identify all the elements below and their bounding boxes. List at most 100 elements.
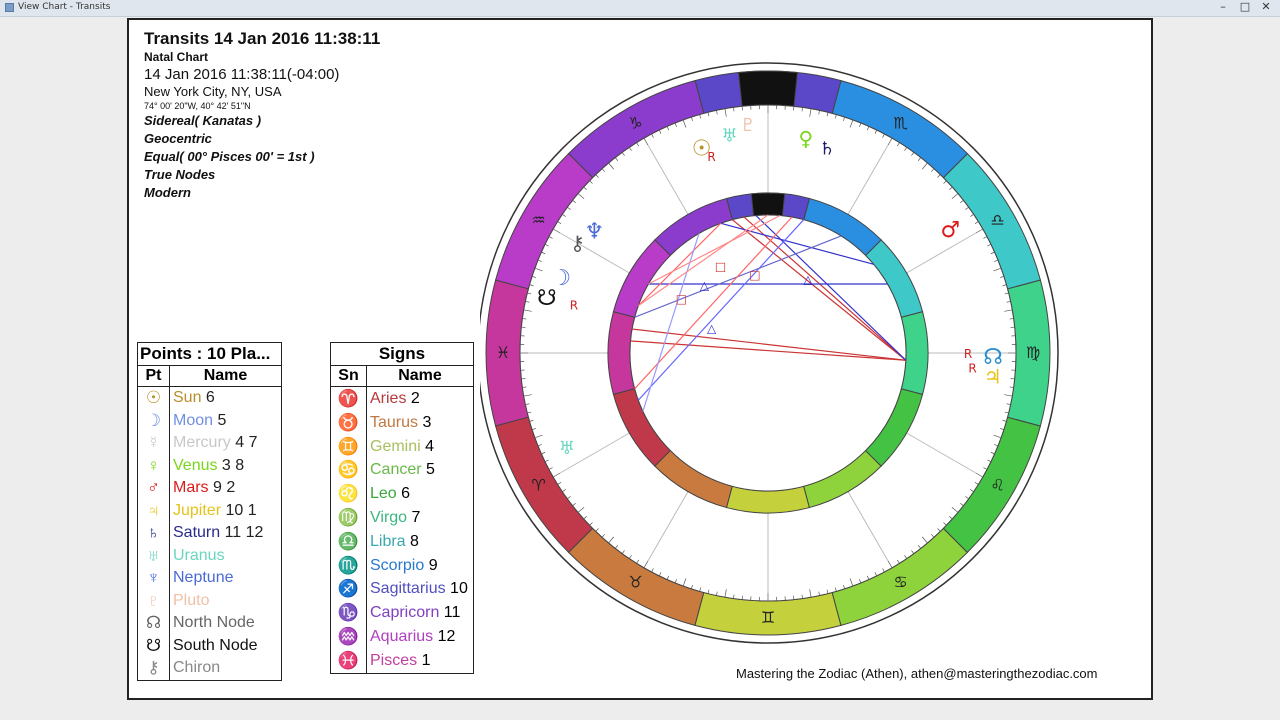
sign-count: 6 (396, 485, 411, 503)
sign-count: 12 (433, 627, 456, 645)
point-name: Jupiter (173, 501, 222, 519)
chart-coords: 74° 00' 20"W, 40° 42' 51"N (144, 101, 251, 111)
sign-glyph-icon: ♍ (337, 507, 360, 527)
chart-style: Modern (144, 185, 191, 200)
close-button[interactable]: ✕ (1258, 1, 1274, 14)
sign-count: 1 (417, 651, 431, 669)
point-count: 4 7 (230, 434, 258, 451)
point-row: Venus 3 8 (170, 455, 281, 478)
sign-glyph-icon: ♐ (337, 579, 360, 599)
point-glyph-icon: ♆ (147, 568, 160, 587)
sign-name: Taurus (370, 413, 419, 431)
point-row: Neptune (170, 567, 281, 590)
sign-count: 4 (420, 437, 435, 455)
sign-row: Cancer 5 (367, 458, 473, 482)
planet-glyph-icon: ⚷ (570, 231, 585, 255)
footer-credit: Mastering the Zodiac (Athen), athen@mast… (736, 666, 1098, 681)
sign-glyph-icon: ♎ (337, 531, 360, 551)
point-name: Chiron (173, 659, 221, 676)
sign-name: Gemini (370, 437, 421, 455)
inner-midheaven-marker (750, 192, 786, 217)
chart-info: Transits 14 Jan 2016 11:38:11 Natal Char… (144, 29, 380, 202)
point-row: Sun 6 (170, 387, 281, 410)
zodiac-sign-glyph-icon: ♒ (531, 211, 545, 230)
sign-name: Leo (370, 485, 397, 503)
sign-name: Aquarius (370, 627, 434, 645)
planet-glyph-icon: ☋ (537, 286, 557, 311)
zodiac-sign-glyph-icon: ♍ (1026, 343, 1040, 362)
sign-count: 7 (407, 508, 421, 526)
point-count: 9 2 (208, 479, 236, 496)
point-glyph-icon: ☉ (145, 388, 162, 407)
point-glyph-icon: ☿ (147, 433, 160, 452)
minimize-button[interactable]: – (1216, 1, 1230, 14)
planet-glyph-icon: ♅ (559, 438, 575, 459)
retrograde-marker: R (570, 299, 578, 313)
sign-glyph-icon: ♌ (337, 484, 360, 504)
retrograde-marker: R (964, 347, 972, 361)
app-icon (5, 3, 14, 12)
planet-glyph-icon: ♅ (721, 125, 737, 146)
aspect-marker: □ (715, 260, 726, 274)
sign-name: Scorpio (370, 556, 425, 574)
point-count: 11 12 (220, 524, 264, 541)
inner-circle (629, 214, 907, 492)
sign-name: Cancer (370, 461, 422, 479)
sign-glyph-icon: ♉ (337, 412, 360, 432)
sign-glyph-icon: ♊ (337, 436, 360, 456)
point-name: Moon (173, 411, 214, 429)
points-col-pt: Pt (137, 365, 170, 387)
signs-table: Signs Sn Name ♈ ♉ ♊ ♋ ♌ ♍ ♎ ♏ ♐ ♑ ♒ ♓ Aries 2 Taurus… (330, 342, 474, 674)
point-row: Chiron (170, 657, 281, 680)
signs-table-title: Signs (330, 342, 474, 366)
point-glyph-icon: ♇ (147, 590, 160, 610)
sign-name: Sagittarius (370, 580, 446, 598)
planet-glyph-icon: ♂ (941, 218, 961, 243)
sign-glyph-icon: ♋ (337, 460, 360, 480)
signs-col-sn: Sn (330, 365, 367, 387)
sign-count: 9 (424, 556, 438, 574)
chart-kind: Natal Chart (144, 50, 209, 64)
maximize-button[interactable]: □ (1238, 1, 1252, 14)
zodiac-sign-glyph-icon: ♎ (990, 211, 1004, 230)
point-name: Uranus (173, 546, 225, 564)
points-table-title: Points : 10 Pla... (137, 342, 282, 366)
point-name: North Node (173, 614, 255, 631)
sign-row: Aquarius 12 (367, 625, 473, 649)
point-name: Venus (173, 456, 218, 474)
sign-count: 3 (418, 413, 432, 431)
aspect-marker: △ (803, 273, 813, 287)
points-symbol-column: ☉ ☽ ☿ ♀ ♂ ♃ ♄ ♅ ♆ ♇ ☊ ☋ ⚷ (137, 386, 170, 681)
sign-count: 10 (445, 580, 468, 598)
sign-count: 5 (421, 461, 435, 479)
point-row: Saturn 11 12 (170, 522, 281, 545)
point-row: Mercury 4 7 (170, 432, 281, 455)
astrology-wheel[interactable]: ♓♈♉♊♋♌♍♎♏♐♑♒△△□□△□☉♅♇♀♄♂☊♃♆⚷☽☋♅RRRR (480, 40, 1080, 660)
sign-row: Gemini 4 (367, 435, 473, 459)
chart-title: Transits 14 Jan 2016 11:38:11 (144, 29, 381, 48)
signs-symbol-column: ♈ ♉ ♊ ♋ ♌ ♍ ♎ ♏ ♐ ♑ ♒ ♓ (330, 386, 367, 674)
chart-location: New York City, NY, USA (144, 84, 282, 99)
signs-col-name: Name (366, 365, 474, 387)
zodiac-sign-glyph-icon: ♉ (628, 572, 642, 591)
sign-row: Pisces 1 (367, 649, 473, 673)
point-row: Mars 9 2 (170, 477, 281, 500)
point-count: 5 (213, 411, 227, 429)
sign-glyph-icon: ♏ (337, 555, 360, 575)
aspect-marker: △ (700, 278, 710, 292)
point-glyph-icon: ☽ (145, 410, 162, 430)
point-glyph-icon: ♅ (147, 545, 160, 565)
zodiac-sign-glyph-icon: ♈ (531, 476, 545, 495)
planet-glyph-icon: ♄ (819, 138, 835, 159)
zodiac-sign-glyph-icon: ♊ (761, 608, 775, 627)
aspect-marker: △ (707, 321, 717, 335)
sign-glyph-icon: ♓ (337, 650, 360, 670)
midheaven-marker (737, 70, 799, 107)
zodiac-sign-glyph-icon: ♌ (990, 476, 1004, 495)
sign-row: Sagittarius 10 (367, 577, 473, 601)
chart-houses: Equal( 00° Pisces 00' = 1st ) (144, 149, 315, 164)
point-glyph-icon: ♃ (147, 500, 160, 520)
point-glyph-icon: ⚷ (147, 658, 160, 677)
sign-count: 2 (406, 390, 420, 407)
point-name: Sun (173, 389, 202, 406)
